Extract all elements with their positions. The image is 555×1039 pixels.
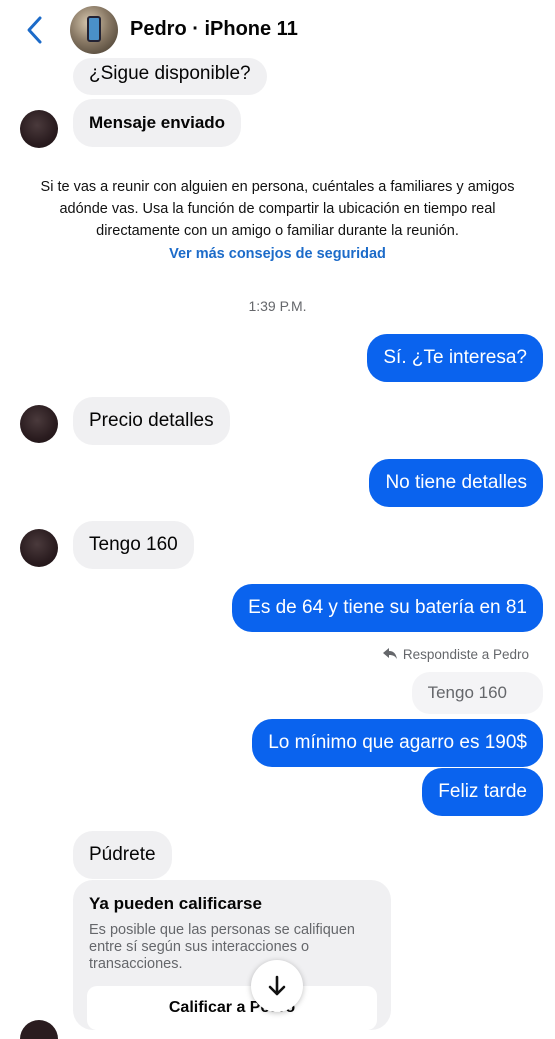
sender-avatar: [20, 1020, 58, 1039]
sender-avatar: [20, 110, 58, 148]
reply-arrow-icon: [382, 647, 397, 662]
outgoing-message[interactable]: No tiene detalles: [369, 459, 543, 507]
rating-card-body: Es posible que las personas se califique…: [89, 922, 355, 972]
incoming-message[interactable]: ¿Sigue disponible?: [73, 58, 267, 95]
incoming-message[interactable]: Precio detalles: [73, 397, 230, 445]
outgoing-message[interactable]: Es de 64 y tiene su batería en 81: [232, 584, 543, 632]
contact-avatar[interactable]: [70, 6, 118, 54]
arrow-down-icon: [268, 975, 286, 996]
reply-indicator: Respondiste a Pedro: [382, 647, 529, 662]
rate-button[interactable]: Calificar a Pedro: [87, 986, 377, 1030]
safety-notice: Si te vas a reunir con alguien en person…: [40, 179, 515, 239]
sender-avatar: [20, 405, 58, 443]
reply-label: Respondiste a Pedro: [402, 647, 529, 662]
sender-avatar: [20, 529, 58, 567]
incoming-message[interactable]: Tengo 160: [73, 521, 194, 569]
rating-card-title: Ya pueden calificarse: [89, 894, 262, 913]
outgoing-message[interactable]: Lo mínimo que agarro es 190$: [252, 719, 543, 767]
scroll-to-bottom-button[interactable]: [251, 960, 303, 1012]
back-chevron-icon: [27, 16, 42, 44]
chat-header: Pedro · iPhone 11: [0, 0, 555, 62]
quoted-message[interactable]: Tengo 160: [411, 672, 543, 714]
outgoing-message[interactable]: Feliz tarde: [422, 768, 543, 816]
rating-card: Ya pueden calificarse Es posible que las…: [73, 880, 391, 1030]
outgoing-message[interactable]: Sí. ¿Te interesa?: [367, 334, 543, 382]
timestamp: 1:39 P.M.: [248, 298, 307, 314]
incoming-message[interactable]: Mensaje enviado: [73, 99, 242, 147]
conversation-title[interactable]: Pedro · iPhone 11: [130, 18, 298, 41]
incoming-message[interactable]: Púdrete: [73, 831, 172, 879]
back-button[interactable]: [22, 14, 48, 46]
safety-tips-link[interactable]: Ver más consejos de seguridad: [0, 246, 555, 262]
